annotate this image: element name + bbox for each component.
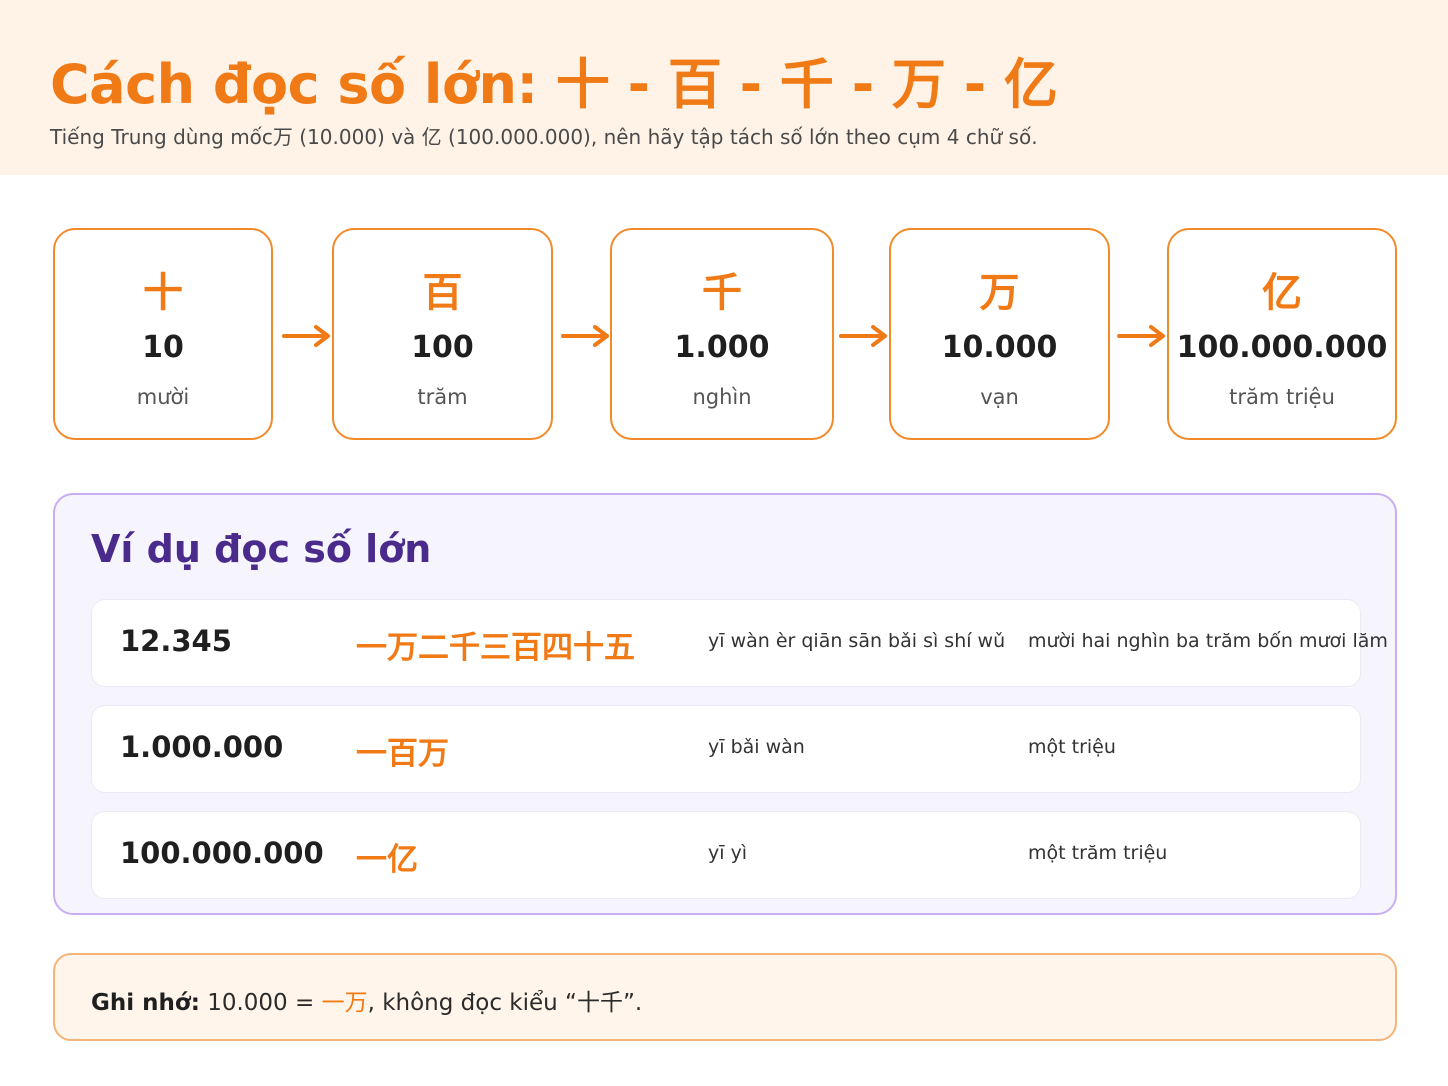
example-vietnamese: một trăm triệu [1028,842,1168,864]
step-hanzi: 万 [979,270,1020,316]
arrow-right-icon [839,325,887,347]
example-row: 1.000.000 一百万 yī bǎi wàn một triệu [91,705,1361,793]
unit-steps: 十 10 mười 百 100 trăm 千 1.000 nghìn 万 10.… [53,228,1397,440]
step-number: 10.000 [941,330,1058,365]
example-vietnamese: mười hai nghìn ba trăm bốn mươi lăm [1028,630,1388,652]
step-number: 10 [142,330,184,365]
step-hanzi: 十 [143,270,183,316]
reminder-highlight: 一万 [321,990,368,1016]
step-hanzi: 千 [702,270,742,316]
example-number: 12.345 [120,624,232,658]
reminder-suffix: , không đọc kiểu “十千”. [367,990,643,1016]
reminder-text: Ghi nhớ: 10.000 = 一万, không đọc kiểu “十千… [91,983,642,1017]
arrow-right-icon [282,325,330,347]
example-row: 100.000.000 一亿 yī yì một trăm triệu [91,811,1361,899]
page-title: Cách đọc số lớn: 十 - 百 - 千 - 万 - 亿 [50,53,1058,116]
examples-panel: Ví dụ đọc số lớn 12.345 一万二千三百四十五 yī wàn… [53,493,1397,915]
examples-title: Ví dụ đọc số lớn [91,527,432,571]
arrow-right-icon [561,325,609,347]
step-hanzi: 百 [422,270,463,316]
page-subtitle: Tiếng Trung dùng mốc万 (10.000) và 亿 (100… [50,125,1038,149]
step-vietnamese: nghìn [692,385,752,409]
header-banner: Cách đọc số lớn: 十 - 百 - 千 - 万 - 亿 Tiếng… [0,0,1448,175]
step-card-shi: 十 10 mười [53,228,273,440]
arrow-right-icon [1117,325,1165,347]
example-pinyin: yī yì [708,842,748,864]
step-number: 1.000 [674,330,770,365]
step-vietnamese: trăm [417,385,468,409]
reminder-prefix: 10.000 = [199,990,322,1016]
reminder-label: Ghi nhớ: [91,990,200,1016]
example-pinyin: yī bǎi wàn [708,736,805,758]
step-vietnamese: vạn [980,385,1019,409]
example-number: 100.000.000 [120,836,324,870]
step-card-bai: 百 100 trăm [332,228,553,440]
step-card-yi: 亿 100.000.000 trăm triệu [1167,228,1397,440]
step-card-qian: 千 1.000 nghìn [610,228,834,440]
example-number: 1.000.000 [120,730,284,764]
reminder-note: Ghi nhớ: 10.000 = 一万, không đọc kiểu “十千… [53,953,1397,1041]
step-card-wan: 万 10.000 vạn [889,228,1110,440]
example-hanzi: 一万二千三百四十五 [356,630,635,666]
step-hanzi: 亿 [1262,270,1302,316]
step-number: 100 [411,330,474,365]
example-row: 12.345 一万二千三百四十五 yī wàn èr qiān sān bǎi … [91,599,1388,687]
example-vietnamese: một triệu [1028,736,1116,758]
step-vietnamese: trăm triệu [1229,385,1335,409]
example-hanzi: 一亿 [356,842,418,878]
example-pinyin: yī wàn èr qiān sān bǎi sì shí wǔ [708,630,1006,652]
example-hanzi: 一百万 [356,736,449,772]
step-number: 100.000.000 [1176,330,1388,365]
step-vietnamese: mười [136,385,190,409]
